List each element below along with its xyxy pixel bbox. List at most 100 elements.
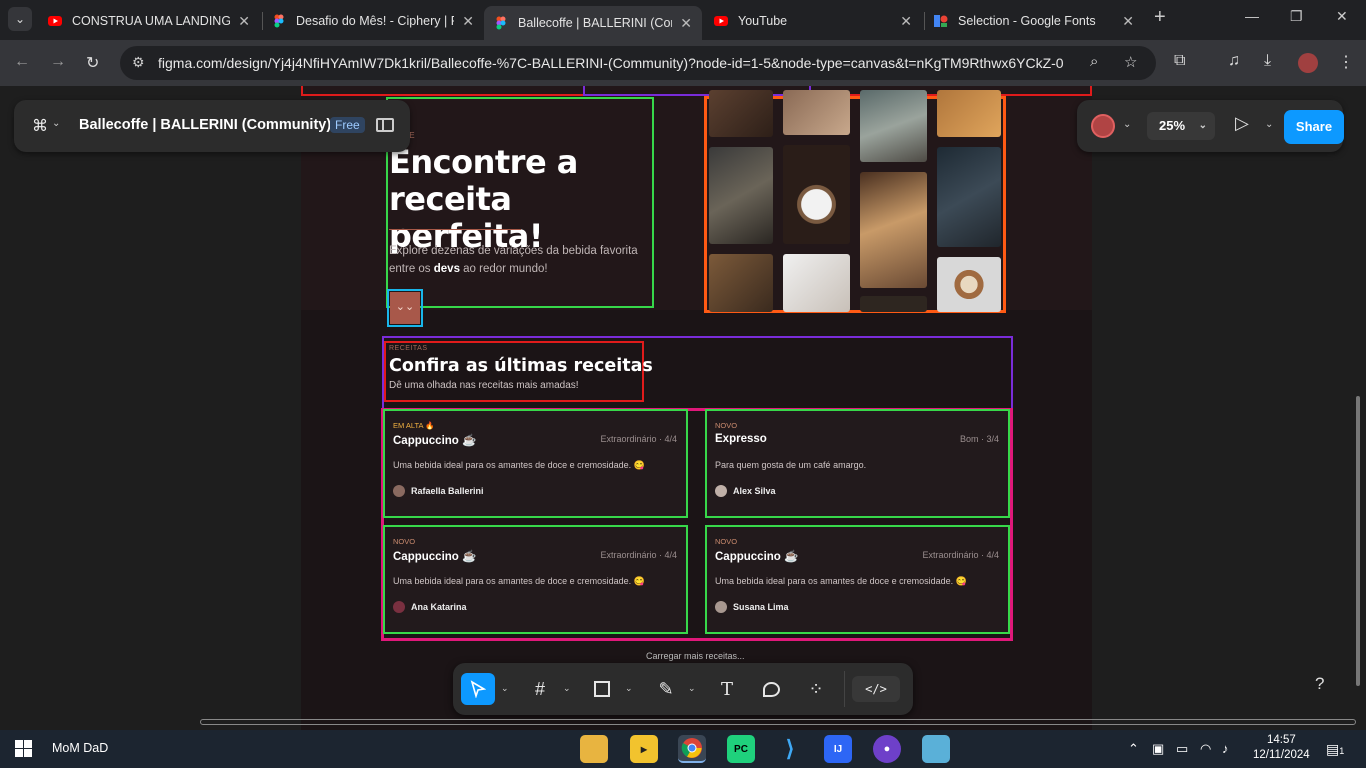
card-selection-outline bbox=[705, 409, 1010, 518]
file-explorer-icon[interactable] bbox=[580, 735, 608, 763]
move-tool[interactable] bbox=[461, 673, 495, 705]
frame-tool[interactable]: # bbox=[523, 673, 557, 705]
coffee-photo bbox=[860, 172, 927, 288]
scroll-down-button[interactable]: ⌄⌄ bbox=[390, 292, 420, 324]
browser-toolbar: ← → ↻ ⚙ figma.com/design/Yj4j4NfiHYAmIW7… bbox=[0, 40, 1366, 86]
toggle-sidebar-icon[interactable] bbox=[376, 118, 394, 132]
tray-expand-icon[interactable]: ⌃ bbox=[1128, 741, 1139, 757]
chevron-down-icon[interactable]: ⌄ bbox=[563, 683, 571, 694]
close-tab-icon[interactable]: ✕ bbox=[900, 13, 912, 30]
notification-icon[interactable]: ▤1 bbox=[1326, 741, 1344, 758]
url-text[interactable]: figma.com/design/Yj4j4NfiHYAmIW7Dk1kril/… bbox=[158, 55, 1064, 71]
minimize-icon[interactable]: — bbox=[1245, 8, 1259, 24]
share-button[interactable]: Share bbox=[1284, 110, 1344, 144]
figma-top-right-panel: ⌄ 25% ⌄ ▷ ⌄ Share bbox=[1077, 100, 1344, 152]
close-tab-icon[interactable]: ✕ bbox=[1122, 13, 1134, 30]
figma-toolbar: ⌄ # ⌄ ⌄ ✎ ⌄ T ⁘ </> bbox=[453, 663, 913, 715]
address-bar[interactable]: ⚙ figma.com/design/Yj4j4NfiHYAmIW7Dk1kri… bbox=[120, 46, 1156, 80]
comment-icon bbox=[762, 681, 780, 697]
new-tab-icon[interactable]: + bbox=[1154, 6, 1166, 29]
bookmark-star-icon[interactable]: ☆ bbox=[1124, 53, 1137, 71]
browser-menu-icon[interactable]: ⋮ bbox=[1338, 52, 1354, 72]
actions-tool[interactable]: ⁘ bbox=[799, 673, 833, 705]
code-icon: </> bbox=[865, 682, 887, 696]
zoom-icon[interactable]: ⌕ bbox=[1090, 53, 1098, 70]
youtube-icon bbox=[48, 14, 62, 28]
present-play-icon[interactable]: ▷ bbox=[1235, 113, 1249, 134]
pen-tool[interactable]: ✎ bbox=[649, 673, 683, 705]
intellij-icon[interactable]: IJ bbox=[824, 735, 852, 763]
comment-tool[interactable] bbox=[754, 673, 788, 705]
pycharm-icon[interactable]: PC bbox=[727, 735, 755, 763]
close-tab-icon[interactable]: ✕ bbox=[680, 15, 692, 32]
load-more-link[interactable]: Carregar mais receitas... bbox=[646, 651, 745, 661]
chevron-down-icon[interactable]: ⌄ bbox=[1123, 119, 1131, 130]
volume-icon[interactable]: ♪ bbox=[1222, 741, 1229, 756]
avatar[interactable] bbox=[1091, 114, 1115, 138]
tab-search-icon[interactable]: ⌄ bbox=[8, 7, 32, 31]
coffee-photo-grid bbox=[707, 90, 1003, 312]
vscode-icon[interactable]: ⟩ bbox=[776, 735, 804, 763]
taskbar-user-label[interactable]: MoM DaD bbox=[52, 741, 108, 755]
shape-tool[interactable] bbox=[585, 673, 619, 705]
tab-google-fonts[interactable]: Selection - Google Fonts ✕ bbox=[924, 6, 1144, 36]
youtube-icon bbox=[714, 14, 728, 28]
reload-icon[interactable]: ↻ bbox=[86, 53, 99, 73]
frame-icon: # bbox=[534, 678, 545, 699]
chevron-down-icon[interactable]: ⌄ bbox=[688, 683, 696, 694]
extensions-icon[interactable]: ⧉ bbox=[1174, 52, 1185, 70]
tray-app-icon[interactable]: ▣ bbox=[1152, 741, 1164, 757]
components-icon: ⁘ bbox=[808, 678, 824, 699]
section-subtitle: Dê uma olhada nas receitas mais amadas! bbox=[389, 380, 579, 391]
coffee-photo bbox=[783, 254, 850, 312]
tab-youtube[interactable]: YouTube ✕ bbox=[704, 6, 922, 36]
chevron-down-icon[interactable]: ⌄ bbox=[1265, 119, 1273, 130]
github-desktop-icon[interactable]: ● bbox=[873, 735, 901, 763]
text-tool[interactable]: T bbox=[710, 673, 744, 705]
tab-construa[interactable]: CONSTRUA UMA LANDING ✕ bbox=[38, 6, 260, 36]
rectangle-icon bbox=[594, 681, 610, 697]
chevron-down-icon[interactable]: ⌄ bbox=[52, 118, 60, 129]
dev-mode-toggle[interactable]: </> bbox=[852, 676, 900, 702]
close-tab-icon[interactable]: ✕ bbox=[462, 13, 474, 30]
media-control-icon[interactable]: ♫ bbox=[1228, 52, 1240, 70]
back-icon[interactable]: ← bbox=[14, 53, 30, 71]
coffee-photo bbox=[783, 145, 850, 244]
figma-menu-icon[interactable]: ⌘ bbox=[32, 116, 48, 136]
hero-divider bbox=[389, 229, 521, 230]
zoom-dropdown[interactable]: 25% ⌄ bbox=[1147, 112, 1215, 140]
chevron-down-icon[interactable]: ⌄ bbox=[625, 683, 633, 694]
forward-icon[interactable]: → bbox=[50, 53, 66, 71]
tab-ballecoffe[interactable]: Ballecoffe | BALLERINI (Comm ✕ bbox=[484, 6, 702, 40]
google-fonts-icon bbox=[934, 14, 948, 28]
coffee-photo bbox=[783, 90, 850, 135]
horizontal-scrollbar[interactable] bbox=[200, 719, 1356, 725]
player-app-icon[interactable]: ▶ bbox=[630, 735, 658, 763]
section-title: Confira as últimas receitas bbox=[389, 356, 653, 376]
close-window-icon[interactable]: ✕ bbox=[1336, 8, 1348, 25]
site-settings-icon[interactable]: ⚙ bbox=[132, 54, 145, 71]
battery-icon[interactable]: ▭ bbox=[1176, 741, 1188, 757]
file-name[interactable]: Ballecoffe | BALLERINI (Community) bbox=[79, 117, 331, 133]
tab-desafio[interactable]: Desafio do Mês! - Ciphery | F ✕ bbox=[262, 6, 484, 36]
pen-icon: ✎ bbox=[658, 678, 674, 699]
toolbar-divider bbox=[844, 671, 845, 707]
help-button[interactable]: ? bbox=[1315, 674, 1324, 694]
taskbar-clock[interactable]: 14:57 12/11/2024 bbox=[1253, 733, 1310, 763]
download-icon[interactable]: ⤓ bbox=[1264, 52, 1271, 70]
close-tab-icon[interactable]: ✕ bbox=[238, 13, 250, 30]
wifi-icon[interactable]: ◠ bbox=[1200, 741, 1211, 757]
figma-file-panel: ⌘ ⌄ Ballecoffe | BALLERINI (Community) F… bbox=[14, 100, 410, 152]
notes-app-icon[interactable] bbox=[922, 735, 950, 763]
coffee-photo bbox=[709, 254, 773, 312]
figma-canvas[interactable]: ...ADE Encontre a receita perfeita! Expl… bbox=[0, 86, 1366, 730]
coffee-photo bbox=[937, 257, 1001, 312]
vertical-scrollbar[interactable] bbox=[1356, 396, 1360, 686]
chrome-icon[interactable] bbox=[678, 735, 706, 763]
chevron-down-icon[interactable]: ⌄ bbox=[501, 683, 509, 694]
figma-icon bbox=[272, 14, 286, 28]
text-icon: T bbox=[720, 678, 733, 700]
chevron-down-icon: ⌄ bbox=[1198, 120, 1207, 131]
profile-avatar[interactable] bbox=[1298, 53, 1318, 73]
restore-icon[interactable]: ❐ bbox=[1290, 8, 1303, 25]
